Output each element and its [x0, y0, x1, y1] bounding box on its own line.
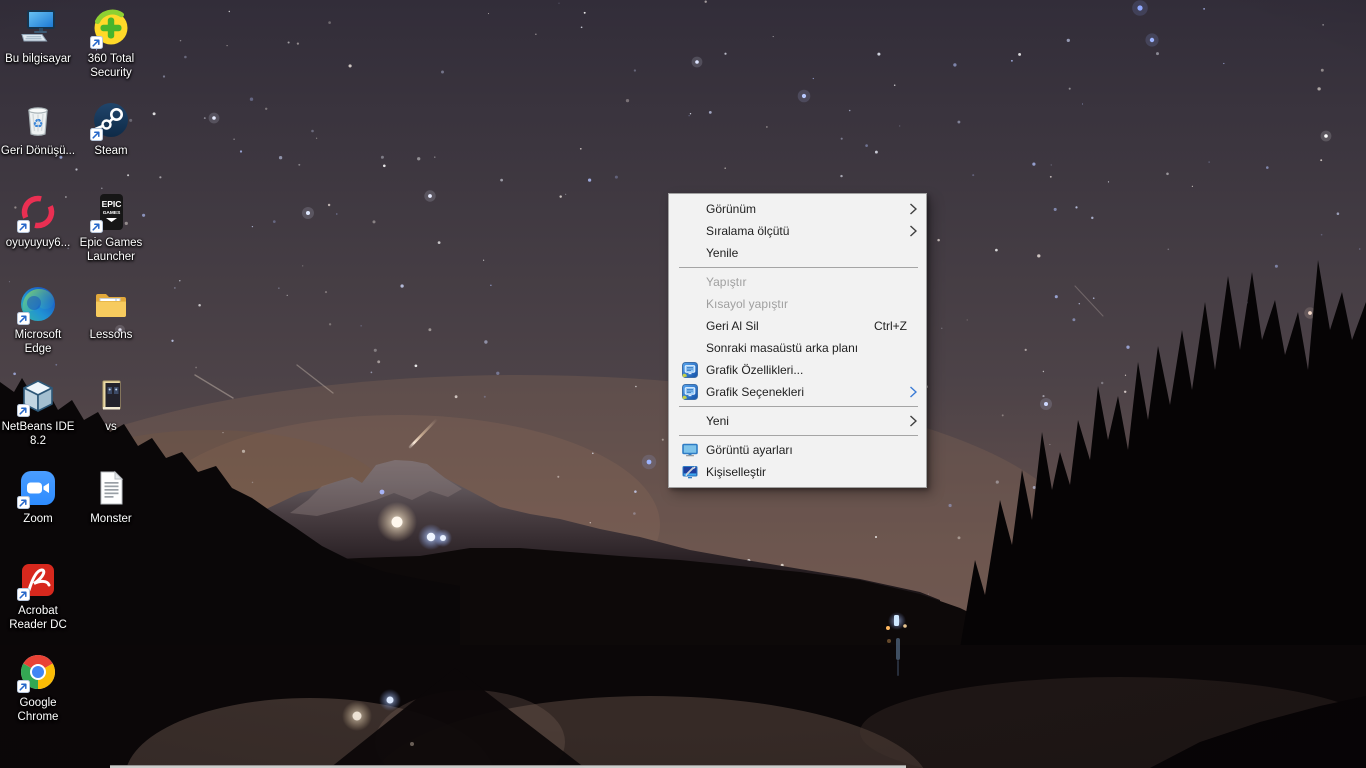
desktop-icon-label: Steam [94, 145, 128, 157]
submenu-arrow-icon [909, 203, 918, 215]
desktop-icon-label: Bu bilgisayar [5, 53, 71, 65]
opera-gx-icon [17, 192, 58, 233]
desktop: Bu bilgisayar ♻ Geri Dönüşü... oyuyuyuy6...… [0, 0, 1366, 768]
folder-icon [91, 284, 131, 324]
menu-item-label: Kısayol yapıştır [706, 297, 789, 311]
desktop-icon-acrobat-reader-dc[interactable]: Acrobat Reader DC [0, 560, 76, 632]
menu-item-label: Görünüm [706, 202, 757, 216]
chrome-icon [17, 652, 58, 693]
menu-separator [679, 406, 918, 407]
menu-item-label: Kişiselleştir [706, 465, 767, 479]
menu-item-goruntu-ayarlari[interactable]: Görüntü ayarları [669, 439, 926, 461]
menu-item-grafik-secenekleri[interactable]: Grafik Seçenekleri [669, 381, 926, 403]
desktop-icon-microsoft-edge[interactable]: Microsoft Edge [0, 284, 76, 356]
desktop-icon-lessons[interactable]: Lessons [73, 284, 149, 342]
menu-shortcut-hint: Ctrl+Z [874, 319, 907, 333]
desktop-icon-bu-bilgisayar[interactable]: Bu bilgisayar [0, 8, 76, 66]
desktop-icon-label: 360 Total Security [87, 53, 135, 79]
zoom-icon [17, 468, 58, 509]
desktop-icon-label: Lessons [89, 329, 133, 341]
menu-item-label: Yapıştır [706, 275, 747, 289]
desktop-icon-label: Monster [90, 513, 132, 525]
submenu-arrow-icon [909, 225, 918, 237]
steam-icon [90, 100, 131, 141]
desktop-icon-label: NetBeans IDE 8.2 [1, 421, 75, 447]
recycle-bin-icon: ♻ [18, 100, 58, 140]
shortcut-arrow-icon [17, 680, 30, 693]
desktop-icon-label: Epic Games Launcher [79, 237, 143, 263]
document-icon [91, 468, 131, 508]
acrobat-reader-icon [17, 560, 58, 601]
desktop-icon-zoom[interactable]: Zoom [0, 468, 76, 526]
desktop-icon-epic-games-launcher[interactable]: EPIC GAMES Epic Games Launcher [73, 192, 149, 264]
microsoft-edge-icon [17, 284, 58, 325]
shortcut-arrow-icon [17, 496, 30, 509]
menu-item-label: Yeni [706, 414, 729, 428]
menu-item-label: Grafik Seçenekleri [706, 385, 805, 399]
desktop-icon-oyuyuyuy6[interactable]: oyuyuyuy6... [0, 192, 76, 250]
shortcut-arrow-icon [90, 36, 103, 49]
submenu-arrow-icon [909, 415, 918, 427]
svg-text:EPIC: EPIC [102, 199, 122, 209]
menu-item-yapistir: Yapıştır [669, 271, 926, 293]
netbeans-icon [17, 376, 58, 417]
shortcut-arrow-icon [90, 220, 103, 233]
menu-item-siralama-olcutu[interactable]: Sıralama ölçütü [669, 220, 926, 242]
menu-item-grafik-ozellikleri[interactable]: Grafik Özellikleri... [669, 359, 926, 381]
desktop-icon-google-chrome[interactable]: Google Chrome [0, 652, 76, 724]
epic-games-icon: EPIC GAMES [90, 192, 131, 233]
this-pc-icon [18, 8, 58, 48]
menu-item-label: Grafik Özellikleri... [706, 363, 804, 377]
desktop-icon-360-total-security[interactable]: 360 Total Security [73, 8, 149, 80]
menu-item-label: Geri Al Sil [706, 319, 759, 333]
menu-item-kisayol-yapistir: Kısayol yapıştır [669, 293, 926, 315]
personalize-icon [682, 464, 698, 480]
desktop-icon-steam[interactable]: Steam [73, 100, 149, 158]
desktop-icon-vs[interactable]: vs [73, 376, 149, 434]
shortcut-arrow-icon [17, 220, 30, 233]
display-settings-icon [682, 442, 698, 458]
360-total-security-icon [90, 8, 131, 49]
intel-graphics-icon [682, 384, 698, 400]
desktop-icon-label: Google Chrome [17, 697, 59, 723]
svg-text:♻: ♻ [33, 117, 44, 131]
context-menu: Görünüm Sıralama ölçütü Yenile Yapıştır Kısa… [668, 193, 927, 488]
shortcut-arrow-icon [17, 312, 30, 325]
desktop-icon-label: oyuyuyuy6... [5, 237, 71, 249]
menu-item-label: Sıralama ölçütü [706, 224, 790, 238]
menu-separator [679, 435, 918, 436]
svg-text:GAMES: GAMES [103, 210, 121, 216]
submenu-arrow-icon [909, 386, 918, 398]
shortcut-arrow-icon [90, 128, 103, 141]
menu-item-yenile[interactable]: Yenile [669, 242, 926, 264]
desktop-icon-label: Acrobat Reader DC [9, 605, 67, 631]
desktop-icon-monster[interactable]: Monster [73, 468, 149, 526]
shortcut-arrow-icon [17, 404, 30, 417]
menu-item-label: Görüntü ayarları [706, 443, 793, 457]
menu-item-yeni[interactable]: Yeni [669, 410, 926, 432]
desktop-icon-label: Microsoft Edge [14, 329, 62, 355]
menu-item-label: Yenile [706, 246, 739, 260]
desktop-icon-label: Geri Dönüşü... [0, 145, 76, 157]
menu-item-gorunum[interactable]: Görünüm [669, 198, 926, 220]
desktop-icon-netbeans-ide-8-2[interactable]: NetBeans IDE 8.2 [0, 376, 76, 448]
menu-item-geri-al-sil[interactable]: Geri Al Sil Ctrl+Z [669, 315, 926, 337]
desktop-icon-geri-donusu[interactable]: ♻ Geri Dönüşü... [0, 100, 76, 158]
desktop-icon-label: Zoom [23, 513, 53, 525]
shortcut-arrow-icon [17, 588, 30, 601]
book-icon [91, 376, 131, 416]
intel-graphics-icon [682, 362, 698, 378]
menu-item-sonraki-masaustu-arka-plani[interactable]: Sonraki masaüstü arka planı [669, 337, 926, 359]
menu-item-label: Sonraki masaüstü arka planı [706, 341, 859, 355]
menu-item-kisisellestir[interactable]: Kişiselleştir [669, 461, 926, 483]
desktop-icon-label: vs [105, 421, 117, 433]
menu-separator [679, 267, 918, 268]
